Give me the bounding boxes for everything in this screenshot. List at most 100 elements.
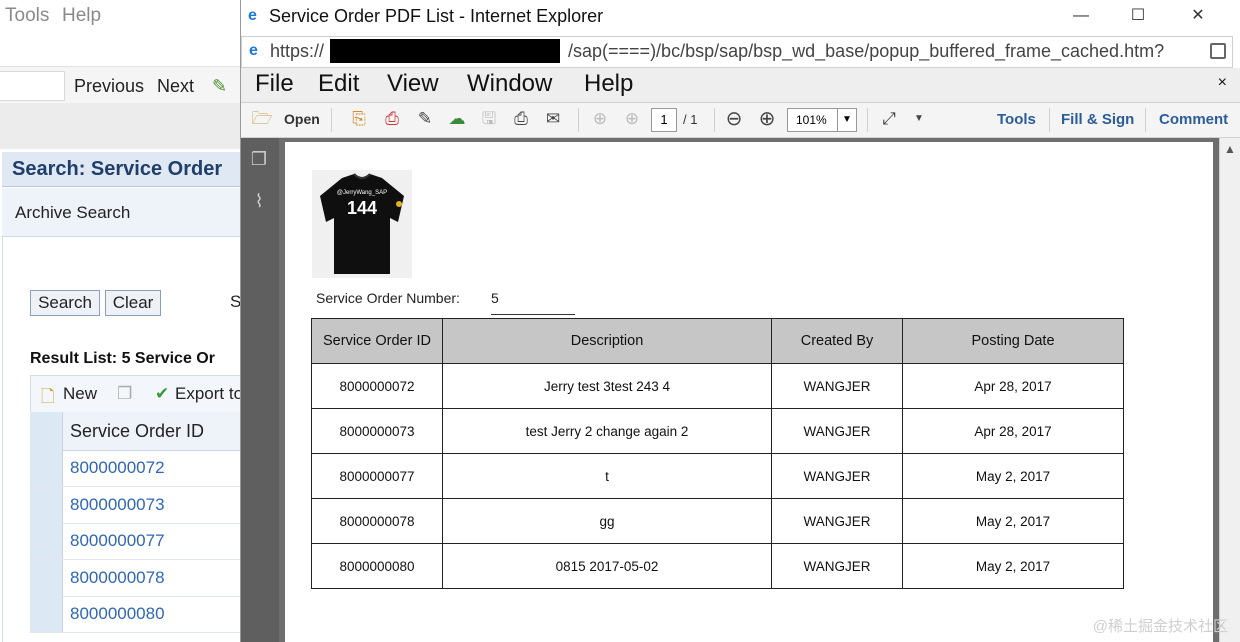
row-selector[interactable] [30, 596, 63, 632]
export-pdf-icon[interactable]: ⎙ [381, 108, 403, 130]
toolbar-separator [331, 108, 332, 132]
cell-description: test Jerry 2 change again 2 [442, 408, 772, 454]
previous-page-icon[interactable]: ⊕ [589, 108, 611, 130]
header-posting-date: Posting Date [902, 318, 1124, 364]
next-button[interactable]: Next [157, 76, 194, 97]
toolbar-options-icon[interactable]: ▼ [908, 108, 930, 130]
fill-sign-pane-button[interactable]: Fill & Sign [1061, 111, 1134, 128]
next-page-icon[interactable]: ⊕ [621, 108, 643, 130]
cell-service-order-id: 8000000080 [311, 543, 443, 589]
select-all-cell[interactable] [30, 412, 63, 450]
page-thumbnails-icon[interactable]: ❐ [249, 148, 269, 170]
lock-icon [1210, 43, 1226, 59]
comment-pane-button[interactable]: Comment [1159, 111, 1228, 128]
open-button[interactable]: Open [284, 111, 320, 127]
column-header-service-order-id[interactable]: Service Order ID [30, 412, 240, 451]
cell-posting-date: May 2, 2017 [902, 453, 1124, 499]
cell-created-by: WANGJER [771, 543, 903, 589]
pencil-icon[interactable]: ✎ [212, 76, 227, 97]
zoom-select[interactable]: 101% ▼ [787, 108, 857, 132]
fullscreen-icon[interactable]: ⤢ [878, 108, 900, 130]
vertical-scrollbar[interactable]: ▲ [1219, 138, 1240, 642]
minimize-button[interactable]: — [1066, 4, 1096, 28]
cell-created-by: WANGJER [771, 408, 903, 454]
page-number-input[interactable]: 1 [651, 108, 677, 132]
service-order-link[interactable]: 8000000073 [70, 495, 165, 515]
service-order-link[interactable]: 8000000078 [70, 568, 165, 588]
menu-view[interactable]: View [387, 70, 439, 98]
reader-menu-bar: File Edit View Window Help × [241, 68, 1240, 103]
copy-icon[interactable]: ❐ [117, 384, 132, 404]
cell-description: t [442, 453, 772, 499]
row-selector[interactable] [30, 487, 63, 523]
scroll-up-icon[interactable]: ▲ [1224, 142, 1236, 156]
table-row[interactable]: 8000000077 [30, 523, 240, 560]
page-total: / 1 [683, 112, 698, 127]
archive-search-label: Archive Search [15, 203, 131, 222]
cell-description: 0815 2017-05-02 [442, 543, 772, 589]
edit-pdf-icon[interactable]: ✎ [414, 108, 436, 130]
table-row[interactable]: 8000000072 [30, 450, 240, 487]
attachments-icon[interactable]: ⌇ [249, 190, 269, 212]
table-row[interactable]: 8000000073 [30, 487, 240, 524]
zoom-out-icon[interactable]: ⊖ [723, 108, 745, 130]
menu-help[interactable]: Help [584, 70, 633, 98]
bg-menu-tools[interactable]: Tools [5, 5, 49, 27]
row-selector[interactable] [30, 450, 63, 486]
result-list-title: Result List: 5 Service Or [30, 350, 215, 367]
jersey-image: @JerryWang_SAP 144 [312, 170, 412, 278]
export-button[interactable]: Export to [175, 384, 243, 404]
menu-file[interactable]: File [255, 70, 294, 98]
table-row[interactable]: 8000000080 [30, 596, 240, 633]
bg-spacer [0, 103, 240, 149]
service-order-link[interactable]: 8000000077 [70, 531, 165, 551]
save-icon[interactable]: 🖫 [478, 108, 500, 130]
cell-posting-date: May 2, 2017 [902, 543, 1124, 589]
maximize-button[interactable]: ☐ [1123, 4, 1153, 28]
service-order-link[interactable]: 8000000072 [70, 458, 165, 478]
toolbar-separator [1049, 108, 1050, 132]
row-selector[interactable] [30, 560, 63, 596]
service-order-link[interactable]: 8000000080 [70, 604, 165, 624]
table-row[interactable]: 8000000078 [30, 560, 240, 597]
tools-pane-button[interactable]: Tools [997, 111, 1036, 128]
header-service-order-id: Service Order ID [311, 318, 443, 364]
bg-address-field[interactable] [0, 71, 65, 101]
reader-toolbar: 🗁 Open ⎘ ⎙ ✎ ☁ 🖫 ⎙ ✉ ⊕ ⊕ 1 / 1 ⊖ ⊕ 101% … [241, 103, 1240, 138]
ie-address-bar[interactable]: e https:// /sap(====)/bc/bsp/sap/bsp_wd_… [241, 36, 1233, 68]
bg-menu-help[interactable]: Help [62, 5, 101, 27]
url-prefix: https:// [270, 41, 325, 61]
toolbar-separator [867, 108, 868, 132]
chevron-down-icon[interactable]: ▼ [837, 109, 856, 131]
service-order-number-value: 5 [491, 290, 499, 306]
check-icon: ✔ [155, 384, 170, 403]
create-pdf-icon[interactable]: ⎘ [348, 108, 370, 130]
bg-page-header: Search: Service Order [2, 152, 240, 187]
print-icon[interactable]: ⎙ [510, 108, 532, 130]
cell-posting-date: Apr 28, 2017 [902, 363, 1124, 409]
result-list-toolbar: 🗋 New ❐ ✔ Export to [30, 375, 243, 413]
zoom-in-icon[interactable]: ⊕ [756, 108, 778, 130]
close-reader-icon[interactable]: × [1218, 74, 1227, 92]
cell-description: gg [442, 498, 772, 544]
service-order-table: Service Order ID Description Created By … [311, 318, 1124, 589]
menu-window[interactable]: Window [467, 70, 552, 98]
row-selector[interactable] [30, 523, 63, 559]
open-folder-icon[interactable]: 🗁 [251, 108, 273, 130]
table-row: 8000000072 Jerry test 3test 243 4 WANGJE… [311, 363, 1124, 409]
shirt-number-text: 144 [347, 198, 377, 218]
email-icon[interactable]: ✉ [542, 108, 564, 130]
upload-cloud-icon[interactable]: ☁ [446, 108, 468, 130]
cell-service-order-id: 8000000078 [311, 498, 443, 544]
new-button[interactable]: New [63, 384, 97, 404]
zoom-value: 101% [796, 113, 827, 127]
menu-edit[interactable]: Edit [318, 70, 359, 98]
previous-button[interactable]: Previous [74, 76, 144, 97]
cell-description: Jerry test 3test 243 4 [442, 363, 772, 409]
service-order-number-label: Service Order Number: [316, 290, 460, 306]
close-window-button[interactable]: ✕ [1183, 4, 1213, 28]
archive-search-tab[interactable]: Archive Search [2, 188, 240, 237]
column-header-label: Service Order ID [70, 421, 205, 441]
search-button[interactable]: Search [30, 290, 100, 316]
clear-button[interactable]: Clear [105, 290, 161, 316]
